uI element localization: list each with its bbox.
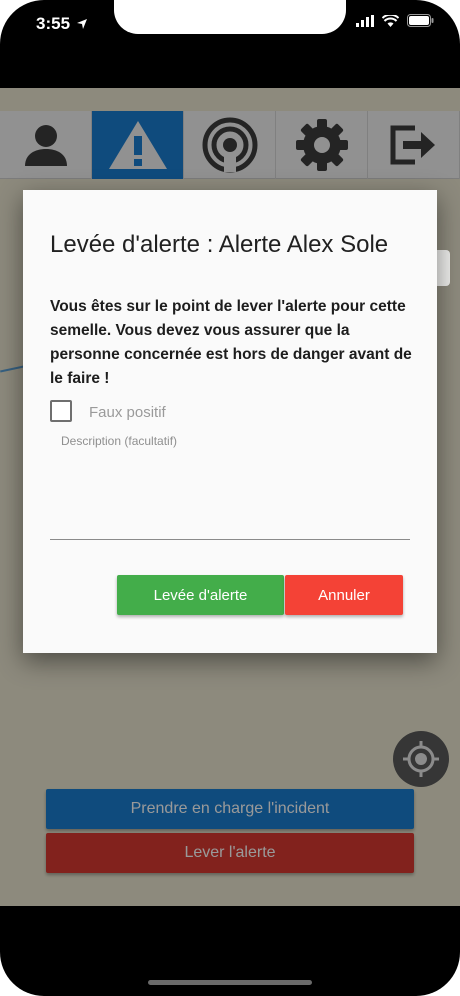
description-field[interactable] <box>50 452 410 540</box>
status-time: 3:55 <box>36 14 71 33</box>
dialog-message: Vous êtes sur le point de lever l'alerte… <box>50 298 412 387</box>
confirm-lift-button[interactable]: Levée d'alerte <box>117 575 284 615</box>
wifi-icon <box>382 14 399 27</box>
cancel-button[interactable]: Annuler <box>285 575 403 615</box>
location-arrow-icon <box>77 19 88 29</box>
status-icons <box>356 14 434 27</box>
battery-icon <box>407 14 434 27</box>
false-positive-checkbox[interactable] <box>50 400 72 422</box>
phone-screen: 3:55 Prendre en charge l'incident Lever … <box>0 0 460 996</box>
signal-icon <box>356 14 374 27</box>
dialog-title: Levée d'alerte : Alerte Alex Sole <box>50 231 389 258</box>
lift-alert-dialog: Levée d'alerte : Alerte Alex Sole Vous ê… <box>23 190 437 653</box>
false-positive-label: Faux positif <box>89 404 166 421</box>
home-indicator[interactable] <box>148 980 312 985</box>
notch <box>114 0 346 34</box>
description-label: Description (facultatif) <box>61 434 178 448</box>
status-time-group: 3:55 <box>36 14 88 34</box>
map-side-control <box>436 250 450 286</box>
